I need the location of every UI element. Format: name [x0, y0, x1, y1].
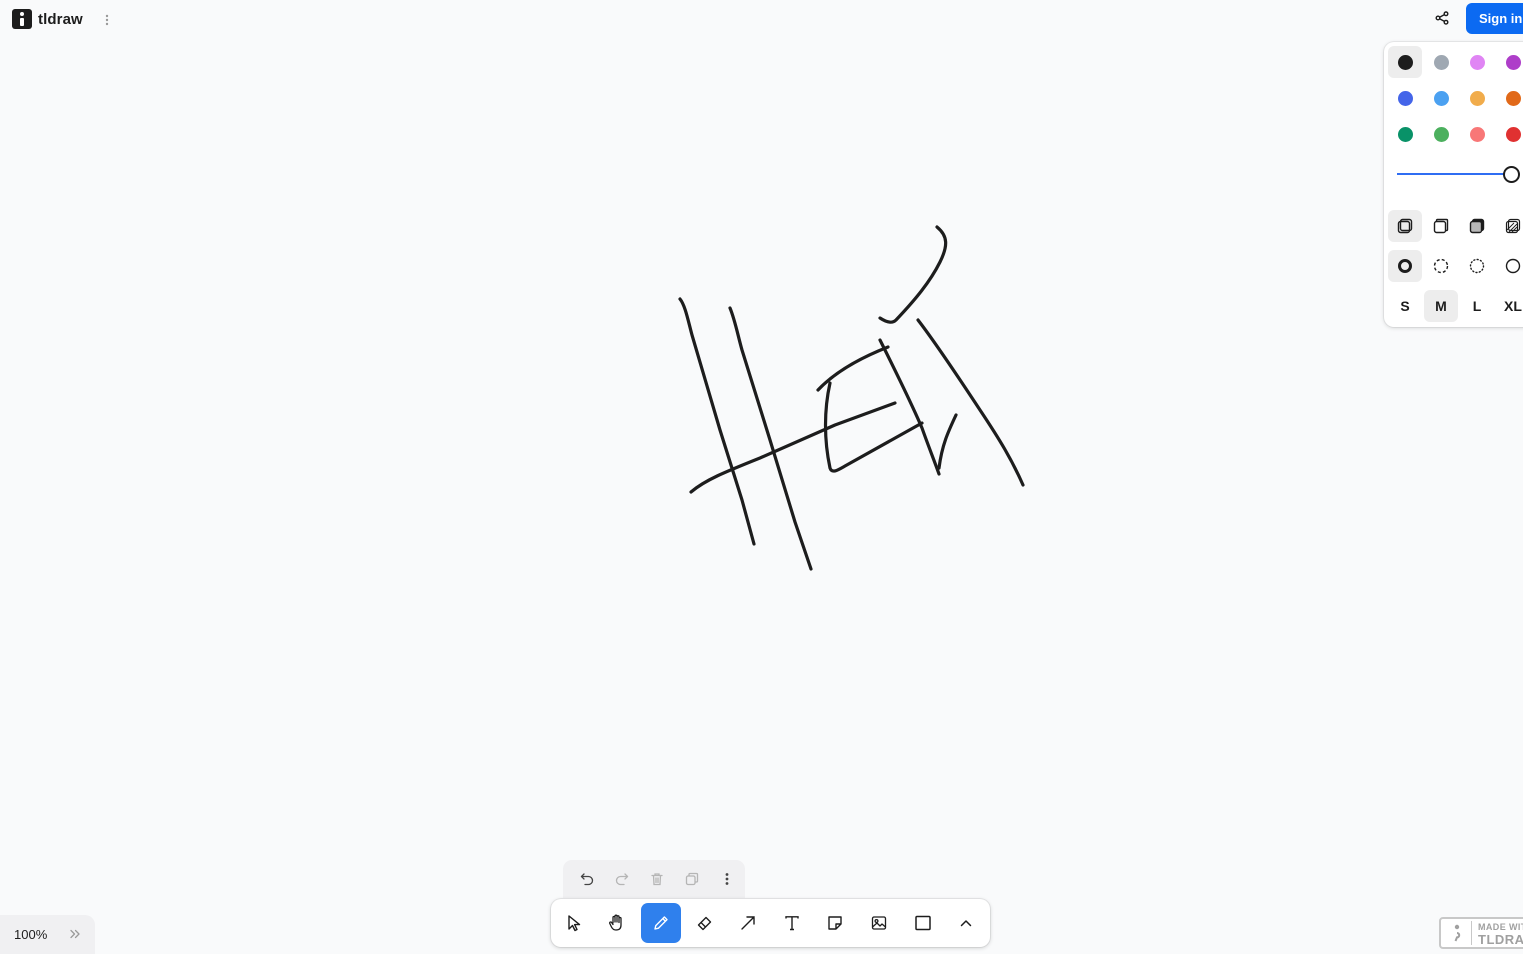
rectangle-icon — [914, 915, 931, 931]
stroke-h-right — [728, 306, 813, 571]
color-swatch-orange[interactable] — [1496, 82, 1523, 114]
app-title: tldraw — [38, 10, 83, 28]
zoom-menu-button[interactable]: 100% — [0, 915, 95, 954]
chevrons-right-icon[interactable] — [68, 927, 82, 941]
color-swatch-violet[interactable] — [1496, 46, 1523, 78]
dash-dotted-button[interactable] — [1460, 250, 1494, 282]
color-swatch-grey[interactable] — [1424, 46, 1458, 78]
fill-semi-button[interactable] — [1424, 210, 1458, 242]
undo-icon — [580, 873, 593, 886]
color-swatch-light-red[interactable] — [1460, 118, 1494, 150]
size-l-label: L — [1472, 298, 1482, 314]
fill-solid-button[interactable] — [1460, 210, 1494, 242]
tool-draw[interactable] — [641, 903, 681, 943]
hand-icon — [609, 914, 623, 931]
undo-button[interactable] — [569, 861, 604, 897]
color-swatch-yellow[interactable] — [1460, 82, 1494, 114]
size-m-button[interactable]: M — [1424, 290, 1458, 322]
tool-more[interactable] — [946, 903, 986, 943]
stroke-y-left — [878, 338, 941, 476]
drawing-canvas[interactable] — [0, 0, 1523, 954]
eraser-icon — [697, 916, 711, 931]
made-with-tldraw-badge[interactable]: MADE WITH TLDRAW — [1439, 917, 1523, 949]
fill-none-button[interactable] — [1388, 210, 1422, 242]
redo-button[interactable] — [604, 861, 639, 897]
color-swatch-black[interactable] — [1388, 46, 1422, 78]
made-with-label: MADE WITH — [1478, 922, 1523, 932]
fill-solid-icon — [1469, 218, 1485, 234]
zoom-label: 100% — [14, 927, 48, 942]
redo-icon — [615, 873, 628, 886]
text-icon — [785, 916, 799, 931]
pencil-icon — [654, 916, 668, 930]
style-panel: S M L XL — [1384, 42, 1523, 327]
tool-text[interactable] — [772, 903, 812, 943]
size-l-button[interactable]: L — [1460, 290, 1494, 322]
stroke-e-shape — [816, 345, 924, 473]
more-vertical-icon — [105, 14, 109, 26]
duplicate-icon — [686, 872, 699, 886]
dash-dashed-button[interactable] — [1424, 250, 1458, 282]
color-swatch-light-violet[interactable] — [1460, 46, 1494, 78]
more-vertical-icon — [726, 873, 729, 885]
opacity-slider-track[interactable] — [1397, 173, 1511, 175]
size-s-label: S — [1400, 298, 1410, 314]
cursor-icon — [568, 915, 580, 932]
color-swatch-light-green[interactable] — [1424, 118, 1458, 150]
share-button[interactable] — [1428, 4, 1456, 32]
color-swatch-red[interactable] — [1496, 118, 1523, 150]
chevron-up-icon — [960, 920, 972, 927]
app-menu-button[interactable] — [100, 10, 114, 30]
fill-pattern-icon — [1505, 218, 1521, 234]
size-xl-label: XL — [1504, 298, 1522, 314]
sticky-note-icon — [828, 916, 843, 930]
dash-dotted-icon — [1469, 258, 1485, 274]
sign-in-button[interactable]: Sign in — [1466, 3, 1523, 34]
tool-arrow[interactable] — [728, 903, 768, 943]
tool-eraser[interactable] — [685, 903, 725, 943]
main-toolbar — [551, 899, 990, 947]
dash-solid-icon — [1505, 258, 1521, 274]
delete-button[interactable] — [639, 861, 674, 897]
size-s-button[interactable]: S — [1388, 290, 1422, 322]
more-actions-button[interactable] — [710, 861, 745, 897]
badge-divider — [1471, 921, 1472, 945]
tldraw-watermark-icon — [1454, 924, 1461, 942]
fill-semi-icon — [1433, 218, 1449, 234]
sign-in-label: Sign in — [1479, 11, 1523, 26]
trash-icon — [651, 873, 663, 886]
quick-actions-bar — [563, 860, 745, 898]
app-brand[interactable]: tldraw — [12, 8, 83, 30]
color-swatch-light-blue[interactable] — [1424, 82, 1458, 114]
tool-asset[interactable] — [859, 903, 899, 943]
stroke-h-crossbar — [689, 401, 897, 494]
stroke-h-left — [678, 297, 756, 546]
fill-pattern-button[interactable] — [1496, 210, 1523, 242]
dash-solid-button[interactable] — [1496, 250, 1523, 282]
tool-note[interactable] — [816, 903, 856, 943]
share-icon — [1435, 11, 1449, 25]
dash-draw-icon — [1398, 259, 1412, 273]
tldraw-logo-icon — [12, 9, 32, 29]
size-m-label: M — [1435, 298, 1447, 314]
opacity-slider-thumb[interactable] — [1503, 166, 1520, 183]
stroke-y-tail — [937, 413, 958, 470]
dash-dashed-icon — [1433, 258, 1449, 274]
tool-rectangle[interactable] — [903, 903, 943, 943]
size-xl-button[interactable]: XL — [1496, 290, 1523, 322]
tool-select[interactable] — [554, 903, 594, 943]
stroke-hook — [878, 225, 948, 324]
tldraw-label: TLDRAW — [1478, 932, 1523, 947]
image-icon — [871, 916, 887, 930]
duplicate-button[interactable] — [675, 861, 710, 897]
dash-draw-button[interactable] — [1388, 250, 1422, 282]
color-swatch-green[interactable] — [1388, 118, 1422, 150]
tool-hand[interactable] — [598, 903, 638, 943]
fill-none-icon — [1397, 218, 1413, 234]
color-swatch-blue[interactable] — [1388, 82, 1422, 114]
arrow-icon — [741, 916, 755, 930]
